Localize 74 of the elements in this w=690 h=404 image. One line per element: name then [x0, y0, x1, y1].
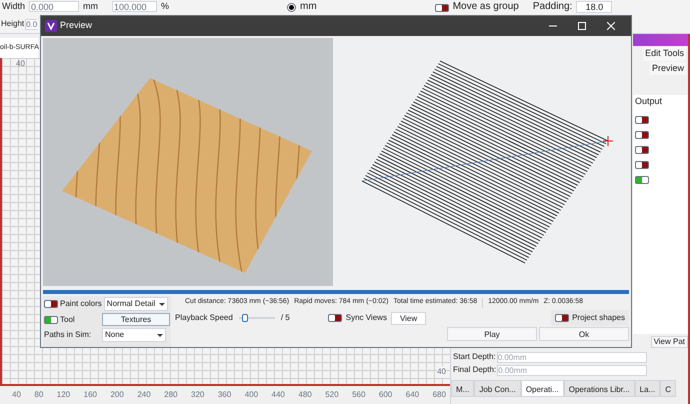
- ruler-label: 40: [15, 58, 26, 70]
- dialog-button[interactable]: Ok: [539, 327, 629, 341]
- sync-views-label: Sync Views: [346, 312, 387, 324]
- view-paths-button[interactable]: View Pat: [650, 336, 688, 348]
- panel-tab[interactable]: Operations Libr...: [564, 380, 635, 397]
- ruler-label: 40: [12, 389, 21, 401]
- dropdown-caret-icon: [158, 302, 165, 306]
- playback-speed-label: Playback Speed: [175, 312, 233, 324]
- paths-in-sim-label: Paths in Sim:: [44, 329, 92, 341]
- toggle-switch[interactable]: [635, 160, 649, 168]
- close-icon[interactable]: [607, 22, 615, 30]
- panel-button[interactable]: Edit Tools: [643, 47, 686, 60]
- ruler-label: 320: [191, 389, 204, 401]
- toggle-switch[interactable]: [635, 130, 649, 138]
- ruler-label: 400: [244, 389, 258, 401]
- ruler-label: 480: [298, 389, 312, 401]
- toggle-switch[interactable]: [328, 314, 342, 322]
- ruler-label: 640: [406, 389, 420, 401]
- toggle-switch[interactable]: [44, 316, 58, 324]
- panel-tab[interactable]: C: [660, 380, 676, 397]
- padding-field[interactable]: 18.0: [576, 1, 612, 13]
- project-shapes-button[interactable]: Project shapes: [551, 310, 629, 326]
- panel-button[interactable]: Preview: [650, 62, 686, 75]
- toggle-switch[interactable]: [635, 176, 649, 184]
- panel-tab[interactable]: Job Con...: [474, 380, 521, 397]
- ruler-label: 280: [164, 389, 178, 401]
- ruler-label: 560: [352, 389, 366, 401]
- detail-select[interactable]: Normal Detail: [104, 297, 168, 311]
- paths-select[interactable]: None: [102, 328, 166, 342]
- move-as-group-label: Move as group: [452, 1, 519, 12]
- panel-tab[interactable]: M...: [451, 380, 474, 397]
- depth-label: Final Depth:: [453, 364, 496, 376]
- speed-max-label: / 5: [280, 312, 290, 324]
- ruler-label: 120: [56, 389, 70, 401]
- ruler-label: 160: [84, 389, 97, 401]
- height-label: Height: [1, 18, 24, 30]
- toggle-switch[interactable]: [635, 146, 649, 154]
- height-field[interactable]: 0.0: [25, 18, 38, 30]
- dropdown-caret-icon: [157, 334, 163, 336]
- speed-slider-thumb[interactable]: [242, 314, 248, 322]
- textures-button[interactable]: Textures: [102, 313, 170, 326]
- ruler-label: 360: [218, 389, 232, 401]
- ruler-label: 600: [378, 389, 392, 401]
- view-button[interactable]: View: [390, 312, 426, 324]
- radio-label: mm: [300, 1, 317, 12]
- ruler-label: 520: [325, 389, 339, 401]
- output-header: Output: [635, 95, 664, 108]
- header-strip: [633, 34, 688, 46]
- ruler-label: 200: [110, 389, 124, 401]
- padding-label: Padding:: [532, 1, 572, 12]
- panel-tab[interactable]: Operati...: [520, 380, 564, 397]
- maximize-icon[interactable]: [578, 22, 586, 30]
- toggle-switch[interactable]: [44, 300, 58, 308]
- ruler-label: 680: [432, 389, 446, 401]
- radio-button[interactable]: [287, 3, 296, 12]
- scale-field[interactable]: 100.000: [112, 1, 158, 12]
- paint-colors-label: Paint colors: [60, 298, 102, 310]
- dialog-button[interactable]: Play: [447, 327, 537, 341]
- panel-tab[interactable]: La...: [634, 380, 660, 397]
- toggle-switch[interactable]: [635, 116, 649, 124]
- width-label: Width: [2, 1, 26, 12]
- ruler-label: 240: [137, 389, 151, 401]
- unit-label: mm: [83, 1, 98, 12]
- app-logo-icon: [45, 20, 57, 32]
- ruler-label: 40: [437, 366, 446, 378]
- percent-label: %: [161, 1, 170, 12]
- tool-label: Tool: [60, 314, 76, 326]
- toggle-switch[interactable]: [555, 314, 570, 322]
- window-title: Preview: [60, 19, 94, 32]
- ruler-label: 80: [34, 389, 44, 401]
- depth-label: Start Depth:: [453, 351, 496, 363]
- width-field[interactable]: 0.000: [29, 1, 80, 12]
- ruler-label: 440: [272, 389, 285, 401]
- toggle-switch[interactable]: [434, 4, 449, 12]
